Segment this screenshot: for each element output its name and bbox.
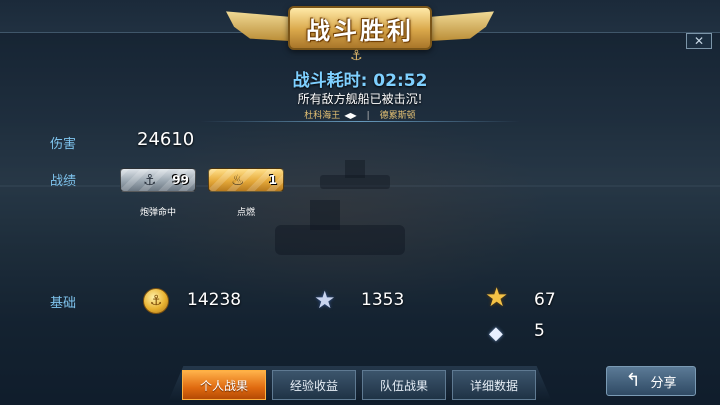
page-title: 战斗胜利 xyxy=(306,16,414,45)
gold-coin-icon: ⚓ xyxy=(143,288,169,314)
tab-detailed-data[interactable]: 详细数据 xyxy=(452,370,536,400)
diamond-value: 5 xyxy=(534,321,545,341)
share-label: 分享 xyxy=(650,375,677,391)
tab-experience-gain[interactable]: 经验收益 xyxy=(272,370,356,400)
gold-value: 14238 xyxy=(187,290,242,310)
achievement-badge-shell-hits[interactable]: ⚓ 99 xyxy=(120,168,196,192)
anchor-shell-icon: ⚓ xyxy=(143,171,157,189)
battle-result-message: 所有敌方舰船已被击沉! xyxy=(297,92,423,106)
header-divider xyxy=(200,121,520,122)
achievement-badge-ignite[interactable]: ♨ 1 xyxy=(208,168,284,192)
versus-icon: ◀▶ xyxy=(344,111,357,120)
achievement-label-shell-hits: 炮弹命中 xyxy=(139,208,176,218)
diamond-icon: ◆ xyxy=(489,323,503,344)
share-arrow-icon: ↰ xyxy=(625,370,641,391)
share-button[interactable]: ↰ 分享 xyxy=(606,366,696,396)
separator: | xyxy=(366,111,370,121)
victory-emblem: 战斗胜利 ⚓ xyxy=(226,0,494,64)
base-label: 基础 xyxy=(50,296,77,311)
tab-team-results[interactable]: 队伍战果 xyxy=(362,370,446,400)
gold-star-icon: ★ xyxy=(485,283,509,313)
anchor-icon: ⚓ xyxy=(350,48,363,64)
battle-duration: 战斗耗时: 02:52 xyxy=(292,71,428,91)
tab-personal-results[interactable]: 个人战果 xyxy=(182,370,266,400)
damage-label: 伤害 xyxy=(50,137,77,152)
player-ship-name: 杜科海王 xyxy=(304,111,341,121)
exp-value: 1353 xyxy=(361,290,405,310)
badge-count: 99 xyxy=(172,173,189,187)
enemy-ship-name: 德累斯顿 xyxy=(379,111,416,121)
matchup-line: 杜科海王 ◀▶ | 德累斯顿 xyxy=(0,108,720,121)
achievement-label-ignite: 点燃 xyxy=(236,208,255,218)
badge-count: 1 xyxy=(268,173,277,187)
star-points-value: 67 xyxy=(534,290,556,310)
close-button[interactable]: ✕ xyxy=(686,33,712,49)
damage-value: 24610 xyxy=(137,129,195,150)
fire-icon: ♨ xyxy=(231,171,245,189)
achievements-label: 战绩 xyxy=(50,174,77,189)
title-banner: 战斗胜利 xyxy=(288,6,432,50)
exp-star-icon: ★ xyxy=(314,286,336,314)
